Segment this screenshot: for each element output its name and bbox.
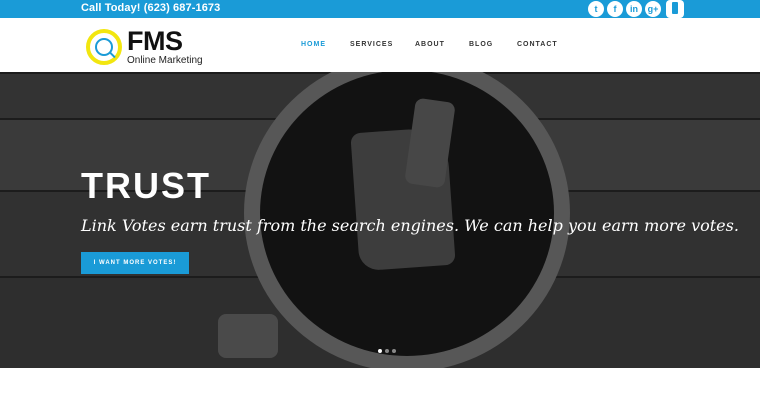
hero-subtitle: Link Votes earn trust from the search en…	[81, 216, 739, 235]
logo-subtitle: Online Marketing	[127, 55, 203, 66]
slider-dot-3[interactable]	[392, 349, 396, 353]
nav-about[interactable]: ABOUT	[415, 41, 445, 48]
top-bar: Call Today! (623) 687-1673 t f in g+	[0, 0, 760, 18]
mobile-phone-icon[interactable]	[666, 0, 684, 18]
logo-icon[interactable]	[86, 29, 122, 65]
social-links: t f in g+	[588, 0, 684, 19]
slider-dots	[378, 349, 396, 353]
slider-dot-1[interactable]	[378, 349, 382, 353]
google-plus-icon[interactable]: g+	[645, 1, 661, 17]
phone-number[interactable]: Call Today! (623) 687-1673	[81, 2, 220, 14]
hero-title: TRUST	[81, 165, 211, 206]
twitter-icon[interactable]: t	[588, 1, 604, 17]
nav-blog[interactable]: BLOG	[469, 41, 493, 48]
more-votes-button[interactable]: I WANT MORE VOTES!	[81, 252, 189, 274]
linkedin-icon[interactable]: in	[626, 1, 642, 17]
nav-contact[interactable]: CONTACT	[517, 41, 558, 48]
nav-services[interactable]: SERVICES	[350, 41, 393, 48]
facebook-icon[interactable]: f	[607, 1, 623, 17]
nav-home[interactable]: HOME	[301, 41, 326, 48]
slider-dot-2[interactable]	[385, 349, 389, 353]
logo-title[interactable]: FMS	[127, 26, 183, 56]
